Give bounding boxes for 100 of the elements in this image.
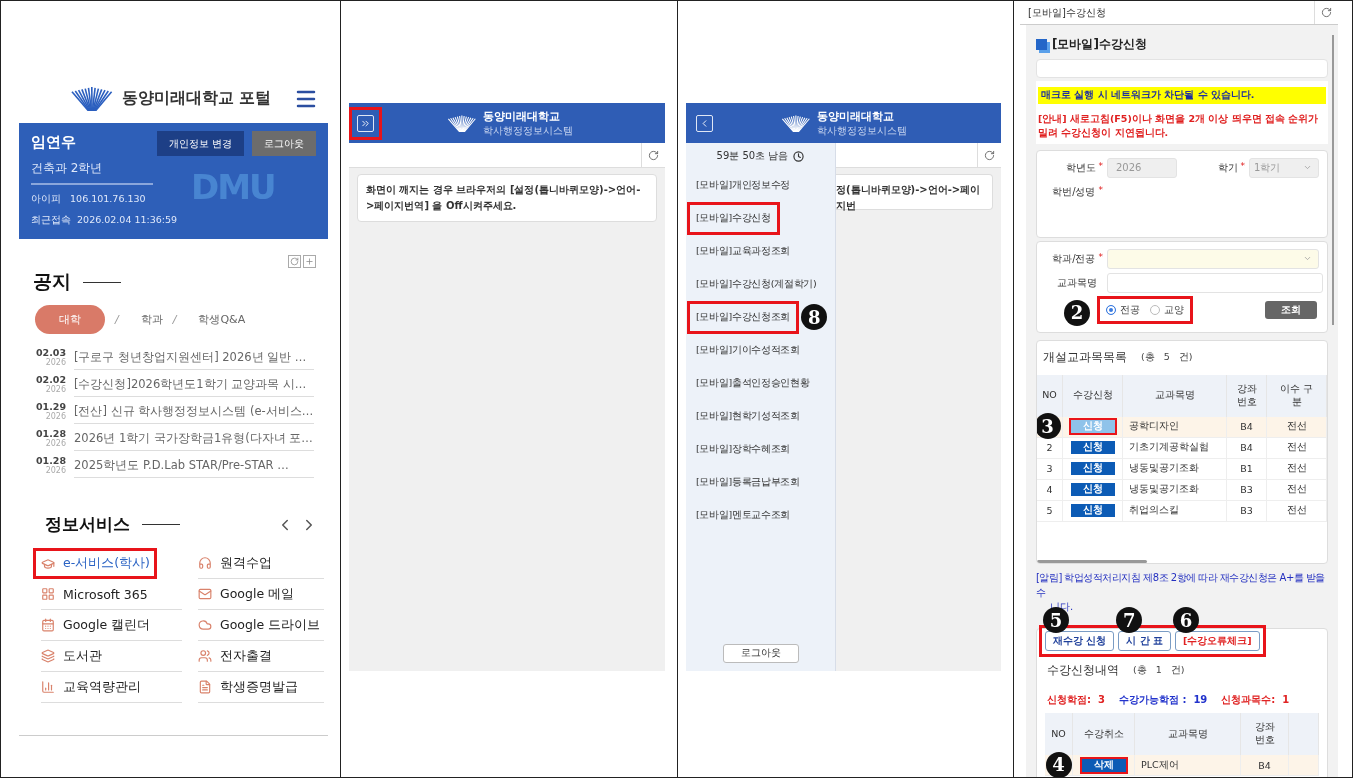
- table-cell: 전선: [1267, 479, 1327, 501]
- service-link[interactable]: 도서관: [41, 641, 182, 672]
- service-link[interactable]: 학생증명발급: [198, 672, 324, 703]
- course-name-field[interactable]: [1107, 272, 1323, 293]
- action-button[interactable]: 재수강 신청: [1045, 631, 1115, 652]
- notice-year: 2026: [45, 357, 66, 368]
- notice-link[interactable]: [전산] 신규 학사행정정보시스템 (e-서비스…: [74, 399, 314, 424]
- column-header: 이수 구분: [1267, 374, 1327, 417]
- separator-slash: /: [172, 313, 177, 326]
- squares-icon: [1036, 38, 1047, 50]
- notice-date: 01.29: [35, 401, 66, 412]
- system-subtitle: 학사행정정보시스템: [816, 123, 907, 138]
- menu-item[interactable]: [모바일]개인정보수정: [687, 169, 800, 202]
- table-cell: 전선: [1267, 500, 1327, 522]
- translation-notice: 정(톱니바퀴모양)->언어->페이지번: [836, 174, 993, 210]
- menu-item[interactable]: [모바일]출석인정승인현황: [687, 367, 819, 400]
- clock-icon[interactable]: [793, 150, 805, 162]
- column-header: 강좌 번호: [1241, 713, 1289, 756]
- notice-date: 02.03: [35, 347, 66, 358]
- logout-button[interactable]: 로그아웃: [252, 131, 316, 156]
- menu-item[interactable]: [모바일]기이수성적조회: [687, 334, 809, 367]
- table-cell: 전선: [1267, 458, 1327, 480]
- back-button[interactable]: [696, 114, 713, 132]
- table-cell: B3: [1227, 500, 1267, 522]
- plus-icon[interactable]: [303, 255, 316, 268]
- table-cell: 2: [1037, 437, 1063, 459]
- notice-date: 01.28: [35, 428, 66, 439]
- menu-item[interactable]: [모바일]멘토교수조회: [687, 499, 800, 532]
- menu-item[interactable]: [모바일]수강신청: [687, 202, 780, 235]
- service-link[interactable]: 교육역량관리: [41, 672, 182, 703]
- expand-button[interactable]: [357, 114, 374, 132]
- apply-button[interactable]: 신청: [1070, 462, 1115, 476]
- table-cell: [1289, 755, 1319, 777]
- notice-link[interactable]: 2025학년도 P.D.Lab STAR/Pre-STAR …: [74, 453, 314, 478]
- cloud-icon: [198, 618, 212, 632]
- refresh-icon[interactable]: [288, 255, 301, 268]
- notice-tab[interactable]: 학생Q&A: [198, 312, 246, 327]
- apply-button[interactable]: 신청: [1070, 504, 1115, 518]
- radio-option[interactable]: 전공: [1106, 302, 1140, 317]
- apply-button[interactable]: 신청: [1070, 441, 1115, 455]
- course-list-title: 개설교과목목록: [1043, 350, 1127, 366]
- service-link[interactable]: Microsoft 365: [41, 579, 182, 610]
- column-header: 수강신청: [1063, 374, 1123, 417]
- search-button[interactable]: 조회: [1265, 300, 1317, 319]
- service-link[interactable]: Google 드라이브: [198, 610, 324, 641]
- table-cell: B3: [1227, 479, 1267, 501]
- separator-slash: /: [115, 313, 119, 326]
- session-timer: 59분 50초 남음: [716, 149, 789, 163]
- service-link[interactable]: Google 메일: [198, 579, 324, 610]
- menu-item[interactable]: [모바일]등록금납부조회: [687, 466, 809, 499]
- graduation-cap-icon: [41, 556, 55, 571]
- notice-link[interactable]: [구로구 청년창업지원센터] 2026년 일반 …: [74, 345, 314, 370]
- retake-notice: [알림] 학업성적처리지침 제8조 2항에 따라 재수강신청은 A+를 받을 수: [1036, 570, 1326, 600]
- logo-icon: [447, 114, 477, 132]
- menu-item[interactable]: [모바일]교육과정조회: [687, 235, 800, 268]
- menu-item[interactable]: [모바일]수강신청(계절학기): [687, 268, 826, 301]
- table-cell: 전선: [1267, 437, 1327, 459]
- radio-button[interactable]: [1106, 304, 1116, 315]
- portal-title: 동양미래대학교 포털: [121, 87, 272, 109]
- table-cell: 냉동및공기조화: [1123, 458, 1227, 480]
- table-cell: 5: [1037, 500, 1063, 522]
- apply-button[interactable]: 신청: [1070, 483, 1115, 497]
- radio-option[interactable]: 교양: [1150, 302, 1184, 317]
- column-header: 수강취소: [1073, 713, 1135, 756]
- refresh-notice: [안내] 새로고침(F5)이나 화면을 2개 이상 띄우면 접속 순위가 밀려 수강신청이 지연됩니다.: [1038, 112, 1320, 140]
- user-department: 건축과 2학년: [31, 160, 153, 185]
- field-label: 학년도 *: [1064, 160, 1103, 175]
- service-link[interactable]: 전자출결: [198, 641, 324, 672]
- service-link[interactable]: e-서비스(학사): [33, 548, 157, 579]
- logo-icon: [780, 114, 811, 132]
- table-cell: B4: [1241, 755, 1289, 777]
- error-check-button[interactable]: [수강오류체크]: [1174, 631, 1260, 652]
- action-button[interactable]: 시 간 표: [1118, 631, 1171, 652]
- page-heading: [모바일]수강신청: [1052, 35, 1147, 53]
- user-name: 임연우: [31, 133, 76, 152]
- macro-warning: 매크로 실행 시 네트워크가 차단될 수 있습니다.: [1038, 87, 1326, 104]
- table-cell: B4: [1227, 416, 1267, 438]
- notice-link[interactable]: [수강신청]2026학년도1학기 교양과목 시…: [74, 372, 314, 397]
- logout-button[interactable]: 로그아웃: [722, 644, 799, 663]
- menu-item[interactable]: [모바일]현학기성적조회: [687, 400, 809, 433]
- table-cell: 기초기계공학실험: [1123, 437, 1227, 459]
- notice-tab[interactable]: 학과: [140, 312, 163, 327]
- menu-item[interactable]: [모바일]장학수혜조회: [687, 433, 800, 466]
- notice-date: 01.28: [35, 455, 66, 466]
- column-header: 교과목명: [1123, 374, 1227, 417]
- table-cell: PLC제어: [1135, 755, 1241, 777]
- credit-stat: 신청과목수: 1: [1221, 693, 1290, 708]
- translation-notice: 화면이 깨지는 경우 브라우저의 [설정(톱니바퀴모양)->언어->페이지번역] 을 Off시켜주세요.: [357, 174, 657, 222]
- radio-button[interactable]: [1150, 304, 1160, 315]
- system-subtitle: 학사행정정보시스템: [483, 123, 573, 138]
- column-header: NO: [1045, 713, 1073, 756]
- notice-link[interactable]: 2026년 1학기 국가장학금1유형(다자녀 포…: [74, 426, 314, 451]
- input-field[interactable]: [1036, 59, 1328, 78]
- ip-text: 아이피 106.101.76.130: [31, 193, 147, 206]
- delete-button[interactable]: 삭제: [1081, 758, 1126, 772]
- document-icon: [198, 680, 212, 694]
- service-link[interactable]: Google 캘린더: [41, 610, 182, 641]
- edit-profile-button[interactable]: 개인정보 변경: [156, 131, 244, 156]
- page-title: [모바일]수강신청: [1028, 5, 1106, 20]
- service-link[interactable]: 원격수업: [198, 548, 324, 579]
